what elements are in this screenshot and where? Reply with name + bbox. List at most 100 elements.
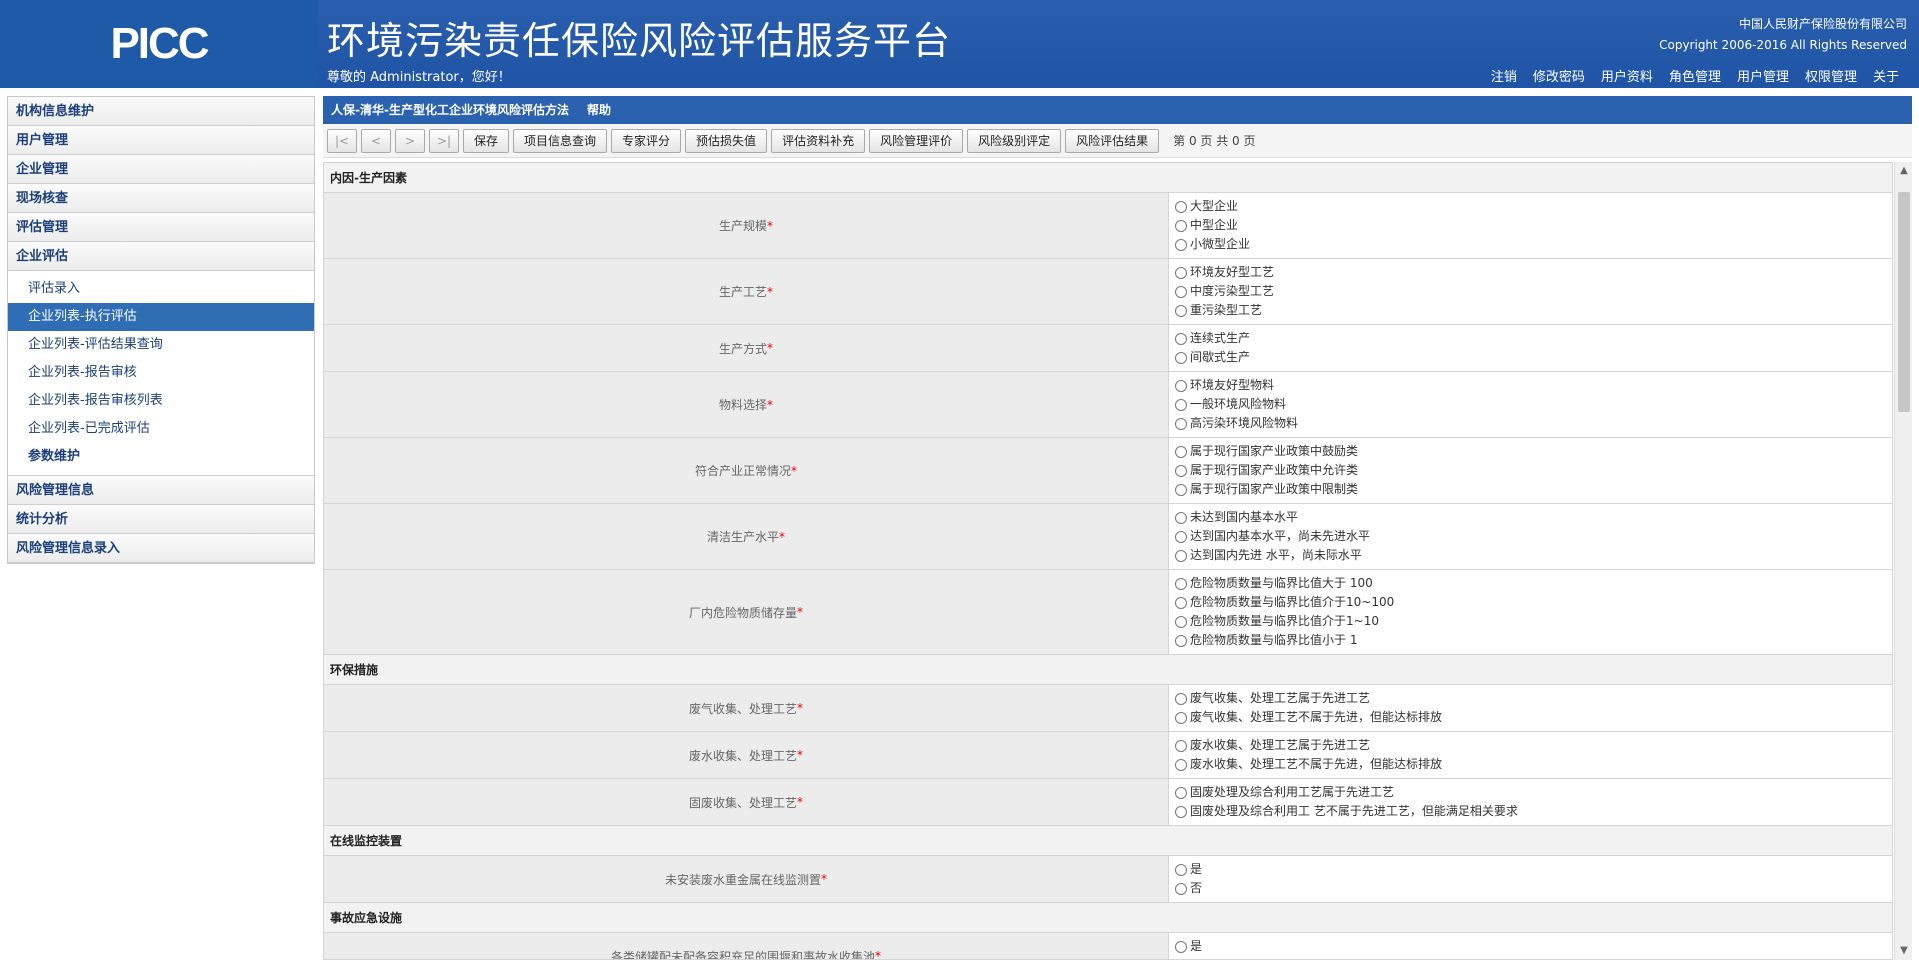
radio-button[interactable] [1175,266,1187,279]
sidebar-subitem[interactable]: 企业列表-执行评估 [8,303,314,331]
radio-option[interactable]: 达到国内基本水平，尚未先进水平 [1175,527,1886,546]
radio-option[interactable]: 间歇式生产 [1175,348,1886,367]
pager-button[interactable]: >| [429,128,459,153]
sidebar-subitem[interactable]: 企业列表-已完成评估 [8,415,314,443]
radio-option[interactable]: 危险物质数量与临界比值介于1~10 [1175,612,1886,631]
pager-button[interactable]: |< [327,128,357,153]
sidebar-group[interactable]: 企业管理 [8,155,314,184]
radio-option[interactable]: 固废处理及综合利用工 艺不属于先进工艺，但能满足相关要求 [1175,802,1886,821]
toolbar-button[interactable]: 风险管理评价 [869,128,964,153]
radio-option[interactable]: 连续式生产 [1175,329,1886,348]
radio-button[interactable] [1175,615,1187,628]
radio-option[interactable]: 是 [1175,860,1886,879]
radio-button[interactable] [1175,464,1187,477]
radio-button[interactable] [1175,200,1187,213]
sidebar-group[interactable]: 用户管理 [8,126,314,155]
sidebar-group[interactable]: 风险管理信息 [8,476,314,505]
radio-button[interactable] [1175,758,1187,771]
radio-option[interactable]: 环境友好型物料 [1175,376,1886,395]
radio-button[interactable] [1175,711,1187,724]
toolbar-button[interactable]: 专家评分 [611,128,682,153]
radio-button[interactable] [1175,940,1187,953]
radio-option[interactable]: 废气收集、处理工艺不属于先进，但能达标排放 [1175,708,1886,727]
radio-button[interactable] [1175,549,1187,562]
pager-button[interactable]: < [361,128,391,153]
toolbar-button[interactable]: 保存 [463,128,510,153]
sidebar-subitem[interactable]: 企业列表-报告审核列表 [8,387,314,415]
radio-button[interactable] [1175,219,1187,232]
radio-option[interactable]: 是 [1175,937,1886,956]
sidebar-subitem[interactable]: 参数维护 [8,443,314,471]
radio-button[interactable] [1175,805,1187,818]
toolbar-button[interactable]: 风险评估结果 [1065,128,1160,153]
radio-button[interactable] [1175,417,1187,430]
radio-option[interactable]: 废气收集、处理工艺属于先进工艺 [1175,689,1886,708]
radio-button[interactable] [1175,445,1187,458]
radio-button[interactable] [1175,351,1187,364]
radio-option[interactable]: 一般环境风险物料 [1175,395,1886,414]
toolbar-button[interactable]: 项目信息查询 [513,128,608,153]
top-nav-link[interactable]: 用户管理 [1737,66,1789,85]
radio-option[interactable]: 环境友好型工艺 [1175,263,1886,282]
radio-option[interactable]: 危险物质数量与临界比值介于10~100 [1175,593,1886,612]
radio-option[interactable]: 属于现行国家产业政策中允许类 [1175,461,1886,480]
sidebar-group[interactable]: 统计分析 [8,505,314,534]
top-nav-link[interactable]: 修改密码 [1533,66,1585,85]
sidebar-group[interactable]: 企业评估 [8,242,314,271]
toolbar-button[interactable]: 预估损失值 [685,128,768,153]
sidebar-group[interactable]: 评估管理 [8,213,314,242]
radio-option[interactable]: 废水收集、处理工艺属于先进工艺 [1175,736,1886,755]
help-link[interactable]: 帮助 [587,96,611,124]
toolbar-button[interactable]: 风险级别评定 [967,128,1062,153]
radio-button[interactable] [1175,863,1187,876]
scrollbar[interactable]: ▲ ▼ [1894,162,1912,960]
radio-button[interactable] [1175,634,1187,647]
scroll-up-icon[interactable]: ▲ [1895,162,1913,180]
radio-option[interactable]: 中度污染型工艺 [1175,282,1886,301]
scroll-thumb[interactable] [1898,192,1910,412]
sidebar-group[interactable]: 机构信息维护 [8,97,314,126]
radio-button[interactable] [1175,882,1187,895]
radio-button[interactable] [1175,530,1187,543]
top-nav-link[interactable]: 权限管理 [1805,66,1857,85]
sidebar-subitem[interactable]: 企业列表-评估结果查询 [8,331,314,359]
radio-option[interactable]: 否 [1175,956,1886,961]
sidebar-group[interactable]: 风险管理信息录入 [8,534,314,563]
radio-option[interactable]: 危险物质数量与临界比值大于 100 [1175,574,1886,593]
radio-button[interactable] [1175,238,1187,251]
radio-button[interactable] [1175,511,1187,524]
radio-option[interactable]: 重污染型工艺 [1175,301,1886,320]
radio-option[interactable]: 大型企业 [1175,197,1886,216]
sidebar-subitem[interactable]: 企业列表-报告审核 [8,359,314,387]
radio-button[interactable] [1175,332,1187,345]
radio-button[interactable] [1175,304,1187,317]
sidebar-subitem[interactable]: 评估录入 [8,275,314,303]
radio-option[interactable]: 未达到国内基本水平 [1175,508,1886,527]
radio-option[interactable]: 属于现行国家产业政策中鼓励类 [1175,442,1886,461]
radio-option[interactable]: 固废处理及综合利用工艺属于先进工艺 [1175,783,1886,802]
radio-option[interactable]: 危险物质数量与临界比值小于 1 [1175,631,1886,650]
radio-button[interactable] [1175,692,1187,705]
radio-option[interactable]: 高污染环境风险物料 [1175,414,1886,433]
radio-button[interactable] [1175,577,1187,590]
toolbar-button[interactable]: 评估资料补充 [771,128,866,153]
radio-option[interactable]: 废水收集、处理工艺不属于先进，但能达标排放 [1175,755,1886,774]
radio-button[interactable] [1175,739,1187,752]
pager-button[interactable]: > [395,128,425,153]
radio-button[interactable] [1175,379,1187,392]
scroll-down-icon[interactable]: ▼ [1895,942,1913,960]
radio-button[interactable] [1175,960,1187,961]
radio-button[interactable] [1175,483,1187,496]
radio-option[interactable]: 小微型企业 [1175,235,1886,254]
radio-button[interactable] [1175,786,1187,799]
top-nav-link[interactable]: 用户资料 [1601,66,1653,85]
radio-option[interactable]: 否 [1175,879,1886,898]
sidebar-group[interactable]: 现场核查 [8,184,314,213]
radio-button[interactable] [1175,596,1187,609]
radio-option[interactable]: 达到国内先进 水平，尚未际水平 [1175,546,1886,565]
top-nav-link[interactable]: 角色管理 [1669,66,1721,85]
top-nav-link[interactable]: 关于 [1873,66,1899,85]
radio-option[interactable]: 中型企业 [1175,216,1886,235]
top-nav-link[interactable]: 注销 [1491,66,1517,85]
radio-option[interactable]: 属于现行国家产业政策中限制类 [1175,480,1886,499]
